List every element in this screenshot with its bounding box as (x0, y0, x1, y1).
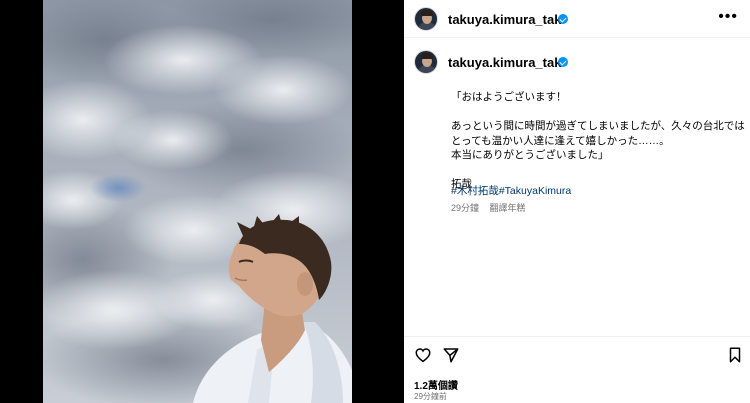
caption-text: 「おはようございます！ あっという間に時間が過ぎてしまいましたが、久々の台北では… (451, 90, 745, 192)
post-header: takuya.kimura_tak ••• (404, 0, 750, 38)
author-avatar[interactable] (414, 7, 438, 31)
post-modal: takuya.kimura_tak ••• takuya.kimura_tak … (0, 0, 750, 403)
translate-link[interactable]: 翻譯年糕 (490, 203, 526, 213)
caption-line: とっても温かい人達に逢えて嬉しかった……。 (451, 134, 670, 147)
send-icon[interactable] (442, 346, 460, 364)
photo-sky-portrait (43, 0, 352, 403)
likes-count[interactable]: 1.2萬個讚 (414, 377, 458, 392)
post-side-panel: takuya.kimura_tak ••• takuya.kimura_tak … (404, 0, 750, 403)
bookmark-icon[interactable] (726, 346, 744, 364)
post-time[interactable]: 29分鐘前 (414, 391, 447, 402)
caption-author-avatar[interactable] (414, 50, 438, 74)
header-username[interactable]: takuya.kimura_tak (448, 12, 561, 27)
verified-badge-icon (558, 57, 568, 67)
caption-time: 29分鐘 (451, 203, 480, 213)
verified-badge-icon (558, 14, 568, 24)
caption-line: 「おはようございます！ (451, 91, 567, 103)
caption-hashtags[interactable]: #木村拓哉#TakuyaKimura (451, 183, 571, 198)
more-horizontal-icon[interactable]: ••• (718, 9, 738, 25)
caption-line: あっという間に時間が過ぎてしまいましたが、久々の台北では (451, 120, 745, 132)
post-photo[interactable] (43, 0, 352, 403)
caption-meta: 29分鐘 翻譯年糕 (451, 201, 526, 214)
heart-icon[interactable] (414, 346, 432, 364)
caption-username[interactable]: takuya.kimura_tak (448, 55, 561, 70)
post-actions: 1.2萬個讚 29分鐘前 (404, 336, 750, 403)
caption-line: 本当にありがとうございました」 (451, 149, 609, 161)
